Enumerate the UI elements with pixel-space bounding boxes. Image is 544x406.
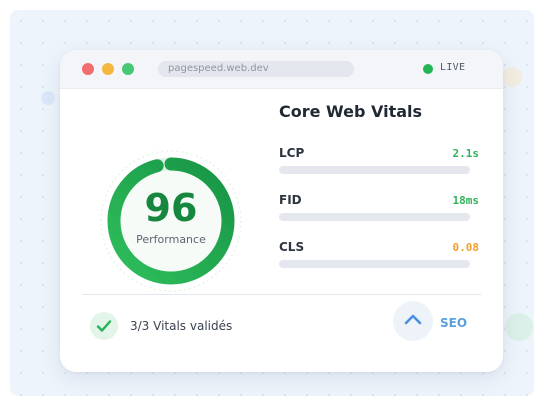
live-status-label: LIVE (440, 62, 466, 73)
metric-name: FID (279, 193, 302, 207)
vitals-title: Core Web Vitals (279, 102, 423, 121)
performance-gauge: 96 Performance (96, 146, 246, 296)
minimize-window-button[interactable] (102, 63, 114, 75)
metric-name: CLS (279, 240, 305, 254)
decor-blob (502, 67, 522, 87)
close-window-button[interactable] (82, 63, 94, 75)
metric-value: 18ms (452, 194, 480, 207)
divider (82, 294, 481, 295)
decor-blob (41, 91, 55, 105)
window-titlebar: pagespeed.web.dev LIVE (60, 50, 503, 89)
seo-toggle-button[interactable] (393, 301, 433, 341)
seo-label[interactable]: SEO (440, 316, 467, 330)
metric-bar (279, 260, 470, 268)
performance-score: 96 (144, 186, 198, 230)
decor-blob (505, 313, 533, 341)
chevron-up-icon (404, 314, 422, 325)
metric-value: 2.1s (452, 147, 480, 160)
address-bar[interactable]: pagespeed.web.dev (158, 61, 354, 77)
browser-window: pagespeed.web.dev LIVE 96 Performance Co… (60, 50, 503, 372)
vitals-status-text: 3/3 Vitals validés (130, 319, 233, 333)
live-status-dot (423, 64, 433, 74)
metric-name: LCP (279, 146, 305, 160)
performance-label: Performance (136, 233, 206, 246)
metric-bar (279, 166, 470, 174)
check-icon (96, 320, 112, 332)
metric-bar (279, 213, 470, 221)
check-icon (90, 312, 118, 340)
metric-value: 0.08 (452, 241, 480, 254)
maximize-window-button[interactable] (122, 63, 134, 75)
